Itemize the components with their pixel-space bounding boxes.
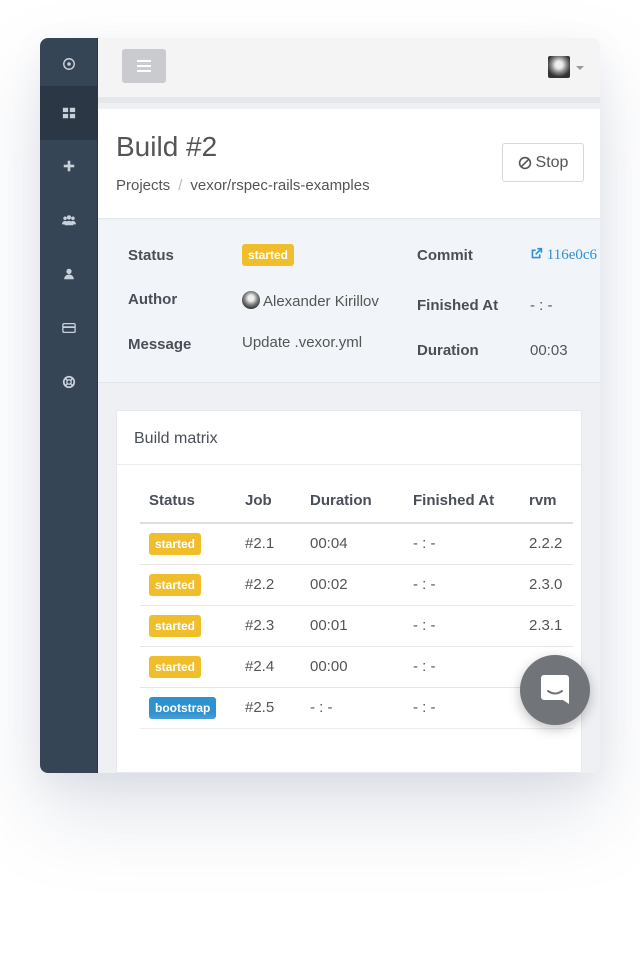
row-finished-at: - : - (404, 523, 520, 565)
column-header-rvm: rvm (520, 489, 573, 524)
commit-link[interactable]: 116e0c6 (530, 247, 597, 264)
column-header-status: Status (140, 489, 236, 524)
status-value: started (242, 244, 295, 266)
chevron-down-icon[interactable] (576, 66, 584, 70)
table-row[interactable]: started #2.2 00:02 - : - 2.3.0 (140, 564, 573, 606)
lifebuoy-icon (62, 375, 76, 389)
column-header-duration: Duration (301, 489, 404, 524)
status-badge: started (149, 614, 202, 637)
row-finished-at: - : - (404, 564, 520, 606)
row-job[interactable]: #2.3 (236, 605, 301, 647)
duration-label: Duration (417, 342, 479, 359)
row-rvm: 2.2.2 (520, 523, 573, 565)
grid-icon (62, 107, 76, 119)
menu-toggle-button[interactable] (122, 49, 166, 83)
row-finished-at: - : - (404, 605, 520, 647)
finished-at-value: - : - (530, 297, 553, 314)
row-status: started (140, 646, 236, 688)
author-value: Alexander Kirillov (242, 291, 379, 310)
table-row[interactable]: started #2.4 00:00 - : - (140, 646, 573, 688)
table-row[interactable]: started #2.3 00:01 - : - 2.3.1 (140, 605, 573, 647)
commit-hash: 116e0c6 (546, 247, 598, 263)
user-icon (64, 268, 74, 280)
row-rvm: 2.3.0 (520, 564, 573, 606)
row-job[interactable]: #2.4 (236, 646, 301, 688)
duration-value: 00:03 (530, 342, 568, 359)
credit-card-icon (62, 322, 76, 334)
table-row[interactable]: started #2.1 00:04 - : - 2.2.2 (140, 523, 573, 565)
ban-icon (518, 156, 531, 169)
sidebar-item-dashboard[interactable] (40, 38, 98, 90)
row-rvm: 2.3.1 (520, 605, 573, 647)
sidebar-item-teams[interactable] (40, 194, 98, 246)
row-finished-at: - : - (404, 646, 520, 688)
message-label: Message (128, 336, 192, 353)
finished-at-label: Finished At (417, 297, 499, 314)
sidebar (40, 38, 98, 773)
row-duration: 00:00 (301, 646, 404, 688)
breadcrumb: Projects / vexor/rspec-rails-examples (116, 177, 370, 194)
user-avatar[interactable] (548, 56, 570, 78)
row-job[interactable]: #2.1 (236, 523, 301, 565)
table-header-row: Status Job Duration Finished At rvm (140, 489, 573, 524)
chat-icon (541, 675, 569, 704)
external-link-icon (531, 247, 543, 259)
main-content: Build #2 Projects / vexor/rspec-rails-exam… (98, 38, 600, 773)
status-badge: started (149, 532, 202, 555)
column-header-job: Job (236, 489, 301, 524)
page-header: Build #2 Projects / vexor/rspec-rails-exam… (98, 109, 600, 219)
row-status: started (140, 605, 236, 647)
status-label: Status (128, 247, 174, 264)
author-label: Author (128, 291, 178, 308)
author-avatar (242, 291, 260, 309)
stop-label: Stop (535, 153, 569, 171)
author-name: Alexander Kirillov (263, 293, 379, 310)
sidebar-item-builds[interactable] (40, 86, 98, 140)
row-duration: 00:04 (301, 523, 404, 565)
build-matrix-card: Build matrix Status Job Duration Finishe… (116, 410, 582, 773)
row-duration: 00:02 (301, 564, 404, 606)
row-status: started (140, 523, 236, 565)
sidebar-item-add[interactable] (40, 140, 98, 192)
top-bar (98, 38, 600, 103)
breadcrumb-separator: / (178, 177, 183, 194)
breadcrumb-project[interactable]: vexor/rspec-rails-examples (190, 177, 369, 194)
message-value: Update .vexor.yml (242, 334, 363, 351)
status-badge: started (149, 573, 202, 596)
stop-button[interactable]: Stop (502, 143, 584, 182)
row-job[interactable]: #2.2 (236, 564, 301, 606)
row-duration: 00:01 (301, 605, 404, 647)
commit-label: Commit (417, 247, 473, 264)
sidebar-item-profile[interactable] (40, 248, 98, 300)
build-info: Status started Author Alexander Kirillov… (98, 220, 600, 383)
page-title: Build #2 (116, 131, 218, 162)
divider (117, 464, 581, 465)
row-status: started (140, 564, 236, 606)
app-window: Build #2 Projects / vexor/rspec-rails-exam… (40, 38, 600, 773)
breadcrumb-projects[interactable]: Projects (116, 177, 170, 194)
chat-launcher-button[interactable] (520, 655, 590, 725)
plus-icon (63, 160, 75, 172)
status-badge: started (149, 655, 202, 678)
sidebar-item-billing[interactable] (40, 302, 98, 354)
sidebar-item-support[interactable] (40, 356, 98, 408)
bottom-fade (117, 712, 581, 772)
hamburger-icon (137, 60, 151, 72)
build-matrix-table: Status Job Duration Finished At rvm star… (140, 489, 573, 729)
users-icon (62, 215, 76, 226)
column-header-finished-at: Finished At (404, 489, 520, 524)
status-badge: started (242, 244, 295, 266)
dashboard-circle-icon (63, 58, 75, 70)
build-matrix-title: Build matrix (134, 430, 218, 447)
